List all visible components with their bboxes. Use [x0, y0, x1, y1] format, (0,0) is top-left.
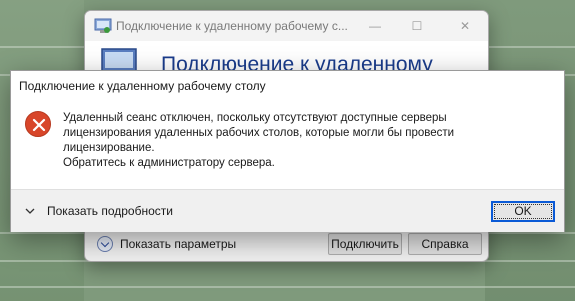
message-line: Удаленный сеанс отключен, поскольку отсу…	[63, 112, 447, 124]
dialog-footer: Показать подробности OK	[11, 189, 564, 232]
connect-button[interactable]: Подключить	[328, 233, 402, 255]
maximize-button[interactable]: ☐	[404, 17, 430, 35]
chevron-down-icon[interactable]	[25, 203, 35, 214]
show-details-toggle[interactable]: Показать подробности	[47, 204, 173, 218]
remote-desktop-icon	[94, 18, 112, 34]
ok-button[interactable]: OK	[491, 201, 555, 222]
help-button[interactable]: Справка	[408, 233, 482, 255]
error-icon	[25, 111, 51, 137]
dialog-message: Удаленный сеанс отключен, поскольку отсу…	[63, 111, 543, 171]
message-line: Обратитесь к администратору сервера.	[63, 157, 275, 169]
minimize-button[interactable]: —	[362, 17, 388, 35]
message-line: лицензирования удаленных рабочих столов,…	[63, 127, 455, 139]
close-button[interactable]: ✕	[452, 17, 478, 35]
message-line: лицензирование.	[63, 142, 155, 154]
dialog-title: Подключение к удаленному рабочему столу	[19, 79, 266, 93]
error-dialog: Подключение к удаленному рабочему столу …	[10, 70, 565, 232]
chevron-down-circle-icon[interactable]	[97, 236, 113, 252]
desktop-stripe	[0, 286, 575, 288]
show-parameters-link[interactable]: Показать параметры	[120, 237, 236, 251]
rdp-titlebar[interactable]: Подключение к удаленному рабочему с... —…	[85, 11, 488, 41]
rdp-window-title: Подключение к удаленному рабочему с...	[116, 19, 348, 33]
